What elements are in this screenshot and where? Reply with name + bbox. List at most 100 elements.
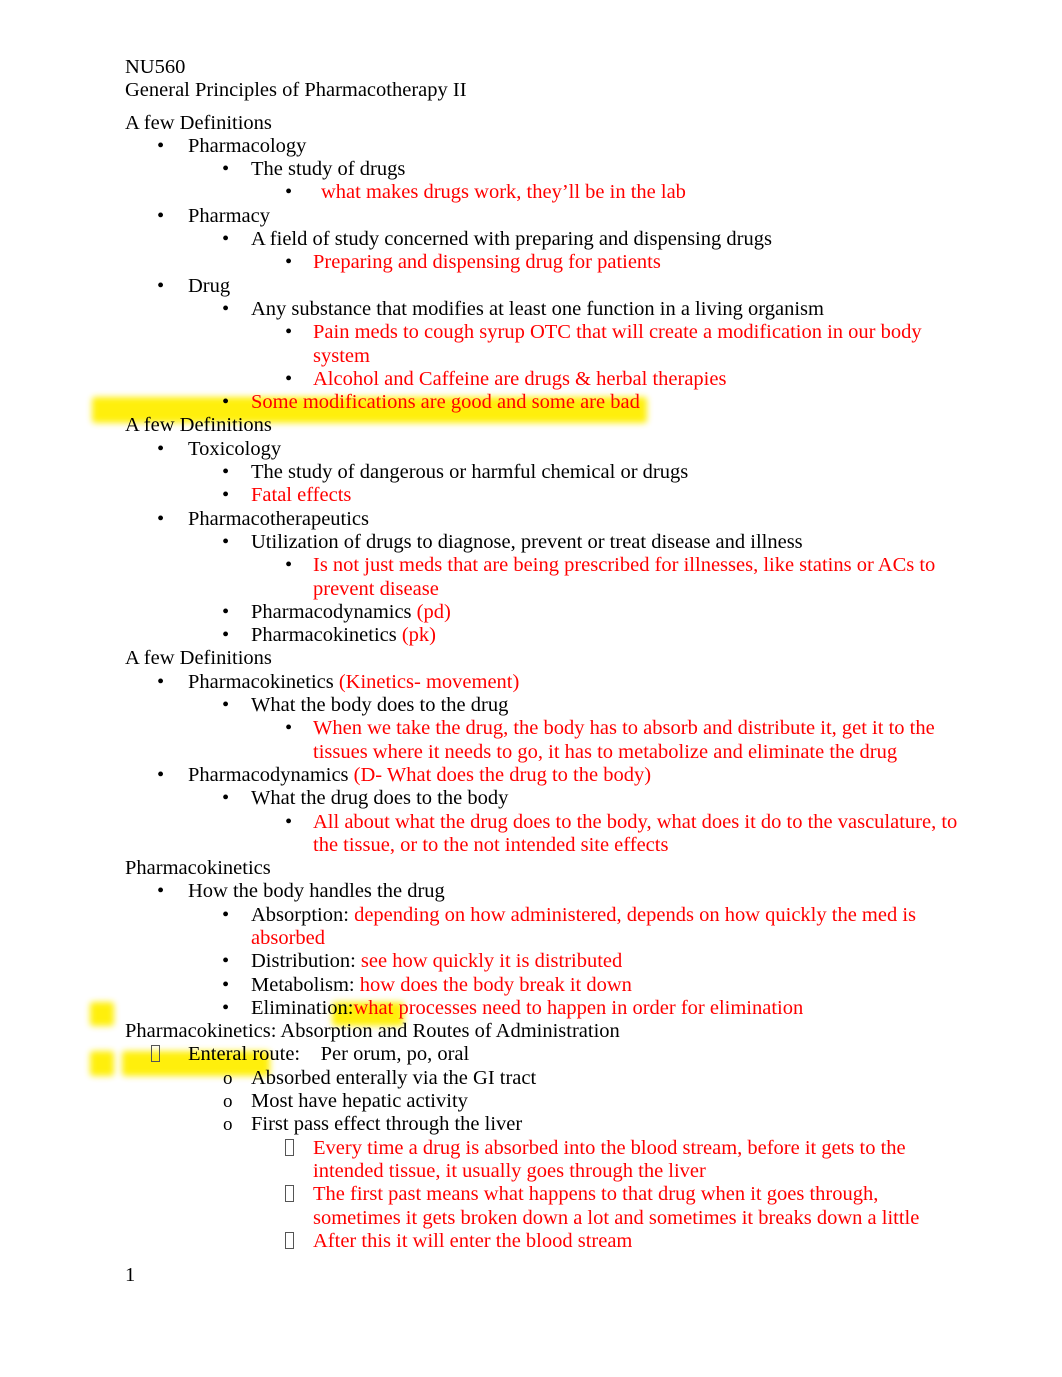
bullet-text-highlighted: Utilization of drugs to diagnose, preven… [251, 530, 803, 553]
bullet-text: Pharmacology [188, 134, 307, 157]
bullet-line: Distribution: see how quickly it is dist… [125, 950, 962, 973]
bullet-text: What the body does to the drug [251, 694, 509, 717]
bullet-text-annotation: Fatal effects [251, 484, 352, 507]
bullet-text-annotation: Some modifications are good and some are… [251, 391, 640, 414]
term-label: Pharmacodynamics [188, 763, 354, 786]
section-heading: A few Definitions [125, 414, 272, 437]
bullet-text-plain: Absorbed enterally via the [251, 1066, 474, 1089]
term-annotation: (pk) [401, 624, 437, 647]
section-heading: Pharmacokinetics [125, 857, 271, 880]
bullet-text: Pharmacokinetics (pk) [251, 624, 962, 647]
bullet-line: Pain meds to cough syrup OTC that will c… [125, 321, 962, 368]
bullet-text: Absorption: depending on how administere… [251, 904, 962, 951]
bullet-text: Most have hepatic activity [251, 1090, 468, 1113]
bullet-text: Pharmacotherapeutics [188, 507, 370, 530]
bullet-text-annotation: The first past means what happens to tha… [313, 1183, 920, 1229]
section-heading: A few Definitions [125, 647, 272, 670]
bullet-line: All about what the drug does to the body… [125, 811, 962, 858]
bullet-line: A field of study concerned with preparin… [125, 228, 962, 251]
bullet-line: Pharmacodynamics (D- What does the drug … [125, 764, 962, 787]
bullet-line: When we take the drug, the body has to a… [125, 717, 962, 764]
bullet-text-annotation: Pain meds to cough syrup OTC that will c… [313, 321, 922, 367]
bullet-line: Drug [125, 275, 962, 298]
bullet-line: Pharmacokinetics (pk) [125, 624, 962, 647]
bullet-text-annotation: Every time a drug is absorbed into the b… [313, 1136, 906, 1182]
section-heading: A few Definitions [125, 111, 272, 134]
bullet-text-annotation: Is not just meds that are being prescrib… [313, 554, 936, 600]
term-label: Absorption: [251, 903, 349, 926]
bullet-line: Pharmacy [125, 205, 962, 228]
bullet-text: Drug [188, 274, 231, 297]
bullet-text: Any substance that modifies at least one… [251, 297, 824, 320]
term-label: Metabolism: [251, 973, 355, 996]
highlight-o-bullet-3-glow [90, 1051, 114, 1076]
bullet-text: Distribution: see how quickly it is dist… [251, 950, 962, 973]
bullet-text: The study of drugs [251, 158, 406, 181]
bullet-line: Metabolism: how does the body break it d… [125, 974, 962, 997]
term-annotation: (D- What does the drug to the body) [353, 763, 652, 786]
term-label: Pharmacokinetics [188, 670, 339, 693]
bullet-text-annotation: what makes drugs work, they’ll be in the… [321, 181, 686, 204]
bullet-text: Pharmacodynamics (D- What does the drug … [188, 764, 962, 787]
bullet-line: The first past means what happens to tha… [125, 1183, 962, 1230]
document-title: General Principles of Pharmacotherapy II [125, 79, 467, 102]
bullet-text: What the drug does to the body [251, 787, 509, 810]
bullet-line: Fatal effects [125, 484, 962, 507]
bullet-text-plain: through the liver [380, 1113, 523, 1136]
bullet-line: Every time a drug is absorbed into the b… [125, 1137, 962, 1184]
course-code: NU560 [125, 56, 186, 78]
bullet-text: Elimination:what processes need to happe… [251, 997, 962, 1020]
term-label: Elimination: [251, 996, 354, 1019]
term-label: Pharmacokinetics [251, 624, 402, 647]
term-label: Distribution: [251, 950, 356, 973]
bullet-text-annotation: When we take the drug, the body has to a… [313, 717, 935, 763]
bullet-line: What the drug does to the body [125, 787, 962, 810]
bullet-line: Some modifications are good and some are… [125, 391, 962, 414]
bullet-text: Metabolism: how does the body break it d… [251, 974, 962, 997]
highlight-o-bullet-1-glow [90, 1002, 114, 1026]
term-label: Pharmacodynamics [251, 600, 417, 623]
page-number: 1 [125, 1264, 136, 1286]
bullet-text-annotation: Preparing and dispensing drug for patien… [313, 251, 661, 274]
bullet-line: Pharmacodynamics (pd) [125, 601, 962, 624]
bullet-text: Pharmacodynamics (pd) [251, 601, 962, 624]
bullet-line: Most have hepatic activity [125, 1090, 962, 1113]
bullet-text: First pass effect through the liver [251, 1113, 962, 1136]
bullet-line-highlighted: Absorbed enterally via the GI tract [125, 1067, 962, 1090]
bullet-text-annotation: Alcohol and Caffeine are drugs & herbal … [313, 367, 727, 390]
bullet-line: Enteral route: Per orum, po, oral [125, 1043, 962, 1066]
term-annotation: see how quickly it is distributed [355, 950, 623, 973]
bullet-line: Pharmacokinetics (Kinetics- movement) [125, 671, 962, 694]
bullet-text: Enteral route: Per orum, po, oral [188, 1043, 470, 1066]
bullet-text: Toxicology [188, 437, 282, 460]
bullet-text-highlighted: GI tract [473, 1066, 537, 1089]
bullet-line: Pharmacology [125, 135, 962, 158]
term-annotation: how does the body break it down [354, 973, 632, 996]
bullet-line: How the body handles the drug [125, 880, 962, 903]
bullet-line: What the body does to the drug [125, 694, 962, 717]
bullet-text: How the body handles the drug [188, 880, 445, 903]
bullet-line: Pharmacotherapeutics [125, 508, 962, 531]
bullet-line: Is not just meds that are being prescrib… [125, 554, 962, 601]
bullet-text: Pharmacokinetics (Kinetics- movement) [188, 671, 962, 694]
term-annotation: what processes need to happen in order f… [353, 996, 804, 1019]
bullet-text-highlighted: First pass effect [251, 1113, 381, 1136]
bullet-text: Pharmacy [188, 204, 270, 227]
bullet-line: Any substance that modifies at least one… [125, 298, 962, 321]
bullet-line: The study of drugs [125, 158, 962, 181]
term-annotation: depending on how administered, depends o… [251, 903, 917, 949]
bullet-text-annotation: After this it will enter the blood strea… [313, 1229, 633, 1252]
bullet-line-highlighted: First pass effect through the liver [125, 1113, 962, 1136]
bullet-line: Preparing and dispensing drug for patien… [125, 251, 962, 274]
bullet-line: The study of dangerous or harmful chemic… [125, 461, 962, 484]
bullet-text: The study of dangerous or harmful chemic… [251, 461, 689, 484]
bullet-line: Toxicology [125, 438, 962, 461]
term-annotation: (Kinetics- movement) [338, 670, 520, 693]
bullet-text: Absorbed enterally via the GI tract [251, 1067, 962, 1090]
bullet-text: A field of study concerned with preparin… [251, 228, 772, 251]
bullet-line: After this it will enter the blood strea… [125, 1230, 962, 1253]
bullet-line: what makes drugs work, they’ll be in the… [125, 181, 962, 204]
bullet-line: Alcohol and Caffeine are drugs & herbal … [125, 368, 962, 391]
section-heading: Pharmacokinetics: Absorption and Routes … [125, 1020, 620, 1043]
